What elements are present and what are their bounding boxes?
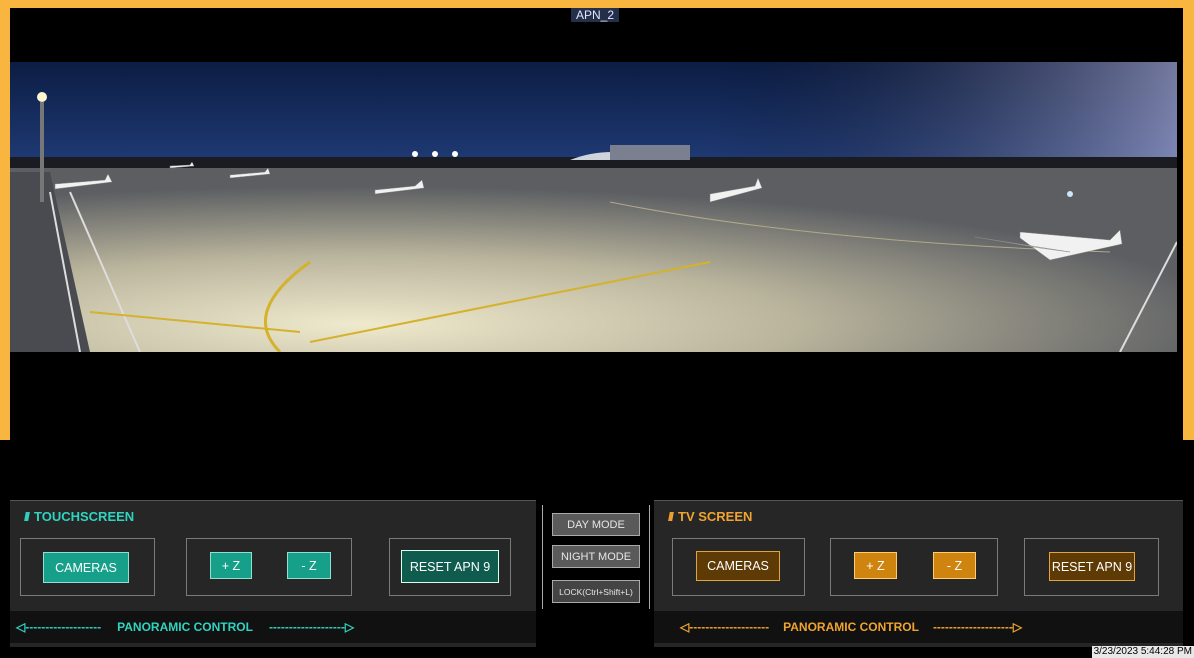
tv-zoom-out-button[interactable]: - Z: [933, 552, 976, 579]
camera-frame-right: [1183, 0, 1194, 440]
touchscreen-panoramic-control[interactable]: ◁------------------- PANORAMIC CONTROL -…: [10, 611, 536, 643]
tv-cameras-group: CAMERAS: [672, 538, 805, 596]
touchscreen-panel: /// TOUCHSCREEN CAMERAS + Z - Z RESET AP…: [10, 500, 536, 647]
touchscreen-zoom-group: + Z - Z: [186, 538, 352, 596]
day-mode-button[interactable]: DAY MODE: [552, 513, 640, 536]
tv-panoramic-control[interactable]: ◁-------------------- PANORAMIC CONTROL …: [654, 611, 1183, 643]
tv-cameras-button[interactable]: CAMERAS: [696, 551, 780, 581]
pan-right-arrow-icon[interactable]: -------------------▷: [269, 620, 354, 634]
touchscreen-reset-button[interactable]: RESET APN 9: [401, 550, 499, 583]
tv-zoom-in-button[interactable]: + Z: [854, 552, 897, 579]
pan-left-arrow-icon[interactable]: ◁--------------------: [680, 620, 769, 634]
panoramic-control-label: PANORAMIC CONTROL: [117, 620, 253, 634]
tv-screen-title-text: TV SCREEN: [678, 509, 753, 524]
mode-controls: DAY MODE NIGHT MODE LOCK(Ctrl+Shift+L): [542, 505, 650, 609]
tv-reset-button[interactable]: RESET APN 9: [1049, 552, 1135, 581]
panoramic-camera-view[interactable]: [10, 62, 1177, 352]
tv-reset-group: RESET APN 9: [1024, 538, 1159, 596]
camera-title: APN_2: [571, 8, 620, 22]
touchscreen-title-text: TOUCHSCREEN: [34, 509, 135, 524]
hatch-icon: ///: [668, 509, 674, 524]
hatch-icon: ///: [24, 509, 30, 524]
tv-screen-title: /// TV SCREEN: [668, 509, 752, 524]
night-mode-button[interactable]: NIGHT MODE: [552, 545, 640, 568]
tv-zoom-group: + Z - Z: [830, 538, 998, 596]
timestamp: 3/23/2023 5:44:28 PM: [1091, 646, 1194, 658]
lock-button[interactable]: LOCK(Ctrl+Shift+L): [552, 580, 640, 603]
touchscreen-title: /// TOUCHSCREEN: [24, 509, 134, 524]
pan-left-arrow-icon[interactable]: ◁-------------------: [16, 620, 101, 634]
touchscreen-cameras-button[interactable]: CAMERAS: [43, 552, 129, 583]
touchscreen-zoom-out-button[interactable]: - Z: [287, 552, 331, 579]
tv-screen-panel: /// TV SCREEN CAMERAS + Z - Z RESET APN …: [654, 500, 1183, 647]
camera-frame-top: [0, 0, 1183, 8]
panoramic-control-label: PANORAMIC CONTROL: [783, 620, 919, 634]
pan-right-arrow-icon[interactable]: --------------------▷: [933, 620, 1022, 634]
camera-frame-left: [0, 0, 10, 440]
touchscreen-cameras-group: CAMERAS: [20, 538, 155, 596]
touchscreen-reset-group: RESET APN 9: [389, 538, 511, 596]
touchscreen-zoom-in-button[interactable]: + Z: [210, 552, 252, 579]
